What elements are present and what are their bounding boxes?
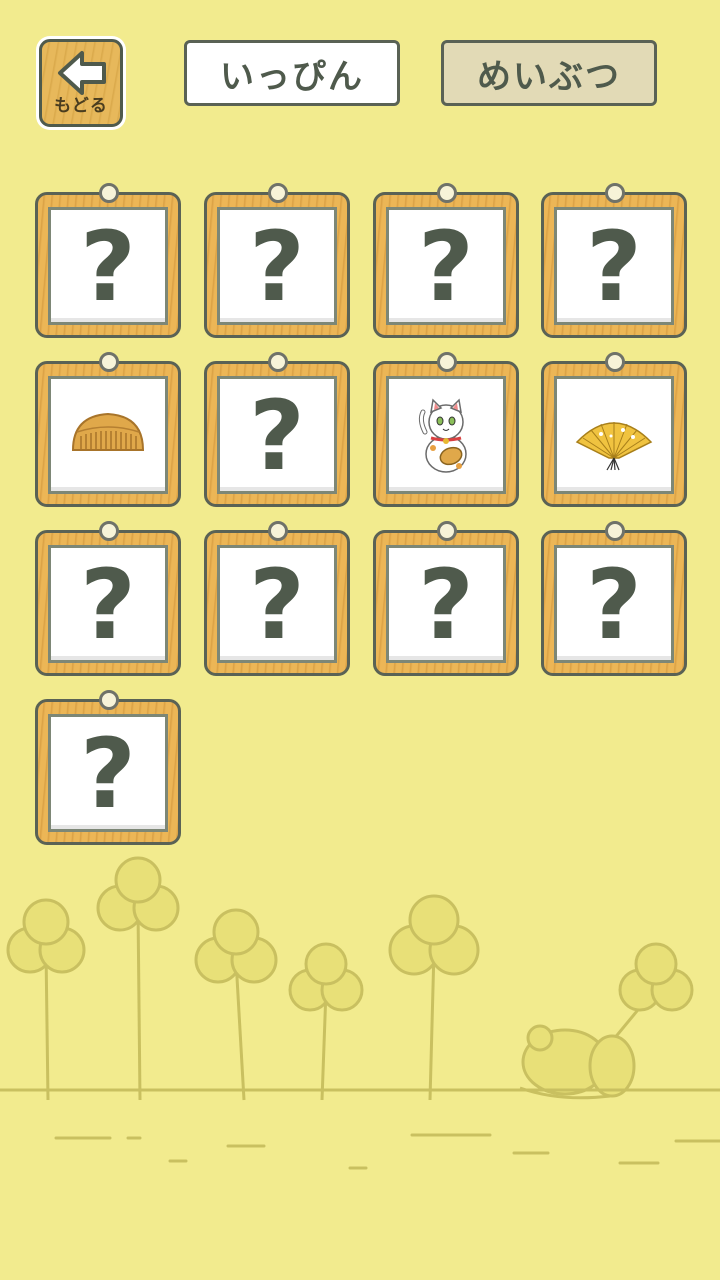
tab-meibutsu[interactable]: めいぶつ [441,40,657,106]
unknown-item-mark: ? [249,211,305,323]
unknown-item-mark: ? [586,549,642,661]
collection-card-folding-fan[interactable] [541,352,687,507]
hook-icon [437,352,457,372]
hook-icon [605,183,625,203]
hook-icon [99,352,119,372]
hook-icon [437,521,457,541]
collection-card[interactable]: ? [541,521,687,676]
hook-icon [268,521,288,541]
back-button[interactable]: もどる [36,36,126,130]
collection-card[interactable]: ? [373,183,519,338]
collection-card[interactable]: ? [204,183,350,338]
unknown-item-mark: ? [586,211,642,323]
hook-icon [437,183,457,203]
hook-icon [268,183,288,203]
hook-icon [99,183,119,203]
hook-icon [605,352,625,372]
wooden-comb-icon [71,412,145,451]
collection-card[interactable]: ? [35,183,181,338]
frog-icon [519,1024,636,1100]
clover-icon [6,898,86,1101]
clover-icon [288,942,364,1101]
collection-card[interactable]: ? [35,521,181,676]
clover-icon [388,894,480,1101]
tab-ippin[interactable]: いっぴん [184,40,400,106]
collection-card[interactable]: ? [35,690,181,845]
hook-icon [605,521,625,541]
collection-card-comb[interactable] [35,352,181,507]
hook-icon [268,352,288,372]
lucky-cat-icon [418,398,467,473]
folding-fan-icon [575,422,653,471]
unknown-item-mark: ? [418,549,474,661]
clover-icon [96,856,180,1101]
unknown-item-mark: ? [249,549,305,661]
unknown-item-mark: ? [80,211,136,323]
clover-icon [194,908,278,1101]
collection-card[interactable]: ? [541,183,687,338]
back-button-label: もどる [54,96,108,116]
unknown-item-mark: ? [249,380,305,492]
collection-card-lucky-cat[interactable] [373,352,519,507]
unknown-item-mark: ? [418,211,474,323]
unknown-item-mark: ? [80,549,136,661]
clover-field-illustration [0,856,720,1170]
unknown-item-mark: ? [80,718,136,830]
collection-card[interactable]: ? [373,521,519,676]
hook-icon [99,690,119,710]
collection-card[interactable]: ? [204,352,350,507]
hook-icon [99,521,119,541]
collection-card[interactable]: ? [204,521,350,676]
